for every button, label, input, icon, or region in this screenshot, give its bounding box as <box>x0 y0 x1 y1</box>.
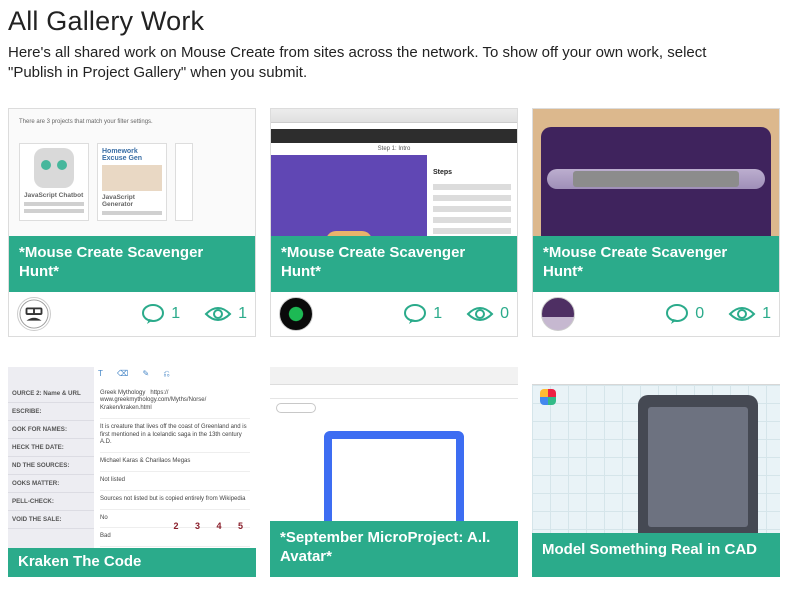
comments-metric[interactable]: 1 <box>403 304 442 324</box>
eye-icon <box>728 304 756 324</box>
views-count: 1 <box>238 305 247 323</box>
card-thumbnail: There are 3 projects that match your fil… <box>9 109 255 292</box>
comments-count: 1 <box>433 305 442 323</box>
views-metric[interactable]: 0 <box>466 304 509 324</box>
comments-metric[interactable]: 0 <box>665 304 704 324</box>
comment-icon <box>403 304 427 324</box>
card-title-band: Kraken The Code <box>8 548 256 577</box>
card-stats-bar: 0 1 <box>533 292 779 336</box>
card-title-band: *Mouse Create Scavenger Hunt* <box>533 236 779 292</box>
card-title: *Mouse Create Scavenger Hunt* <box>543 244 769 282</box>
comments-count: 0 <box>695 305 704 323</box>
gallery-card[interactable]: There are 3 projects that match your fil… <box>8 108 256 337</box>
avatar[interactable] <box>541 297 575 331</box>
card-title: Model Something Real in CAD <box>542 541 757 560</box>
card-title-band: *September MicroProject: A.I. Avatar* <box>270 521 518 577</box>
page-title: All Gallery Work <box>8 6 782 37</box>
eye-icon <box>466 304 494 324</box>
views-count: 0 <box>500 305 509 323</box>
eye-icon <box>204 304 232 324</box>
card-title: *September MicroProject: A.I. Avatar* <box>280 529 508 567</box>
gallery-grid: There are 3 projects that match your fil… <box>8 108 782 577</box>
card-title: *Mouse Create Scavenger Hunt* <box>19 244 245 282</box>
views-count: 1 <box>762 305 771 323</box>
views-metric[interactable]: 1 <box>728 304 771 324</box>
views-metric[interactable]: 1 <box>204 304 247 324</box>
card-thumbnail: Model Something Real in CAD <box>532 367 780 577</box>
card-title-band: *Mouse Create Scavenger Hunt* <box>271 236 517 292</box>
card-stats-bar: 1 1 <box>9 292 255 336</box>
avatar[interactable] <box>17 297 51 331</box>
gallery-card[interactable]: Model Something Real in CAD <box>532 367 780 577</box>
card-title: *Mouse Create Scavenger Hunt* <box>281 244 507 282</box>
card-title-band: Model Something Real in CAD <box>532 533 780 577</box>
gallery-card[interactable]: *September MicroProject: A.I. Avatar* <box>270 367 518 577</box>
card-thumbnail: *September MicroProject: A.I. Avatar* <box>270 367 518 577</box>
card-thumbnail: T ⌫ ✎ ⎌ OURCE 2: Name & URL ESCRIBE: OOK… <box>8 367 256 577</box>
comment-icon <box>665 304 689 324</box>
card-stats-bar: 1 0 <box>271 292 517 336</box>
comments-count: 1 <box>171 305 180 323</box>
comments-metric[interactable]: 1 <box>141 304 180 324</box>
gallery-card[interactable]: Step 1: Intro Steps *Mouse Create Scaven… <box>270 108 518 337</box>
card-title: Kraken The Code <box>18 553 141 572</box>
gallery-card[interactable]: *Mouse Create Scavenger Hunt* 0 1 <box>532 108 780 337</box>
avatar[interactable] <box>279 297 313 331</box>
gallery-card[interactable]: T ⌫ ✎ ⎌ OURCE 2: Name & URL ESCRIBE: OOK… <box>8 367 256 577</box>
page-description: Here's all shared work on Mouse Create f… <box>8 43 708 84</box>
card-thumbnail: Step 1: Intro Steps *Mouse Create Scaven… <box>271 109 517 292</box>
card-thumbnail: *Mouse Create Scavenger Hunt* <box>533 109 779 292</box>
comment-icon <box>141 304 165 324</box>
card-title-band: *Mouse Create Scavenger Hunt* <box>9 236 255 292</box>
